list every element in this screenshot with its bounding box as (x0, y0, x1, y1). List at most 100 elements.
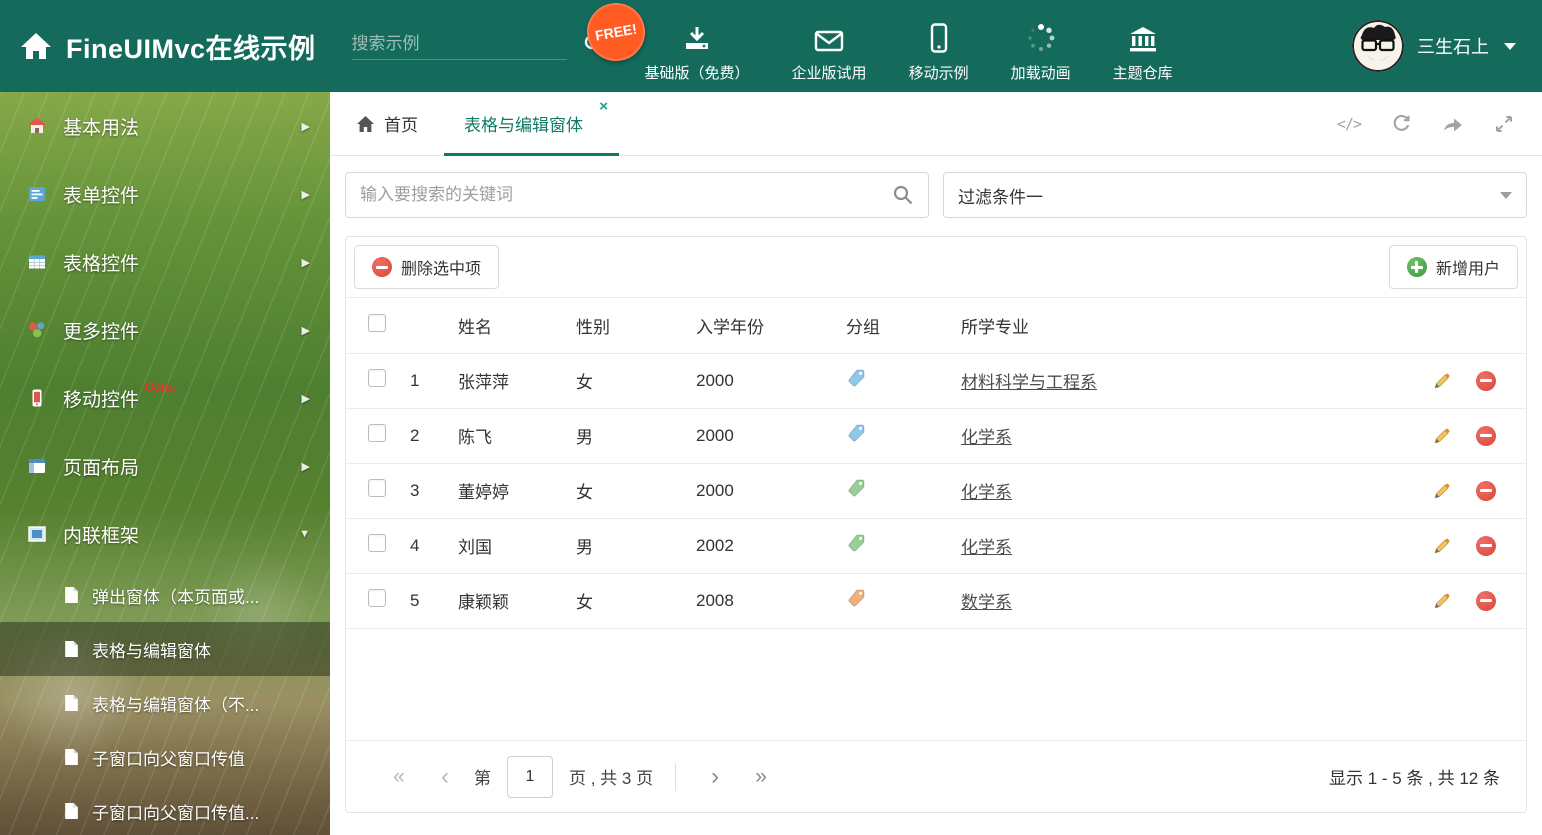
chevron-down-icon (1500, 191, 1512, 199)
edit-icon[interactable] (1432, 481, 1452, 501)
page-suffix-label: 页 , 共 3 页 (569, 769, 654, 788)
chevron-right-icon (302, 392, 310, 405)
major-link[interactable]: 化学系 (961, 428, 1012, 447)
sidebar-item-form-controls[interactable]: 表单控件 (0, 160, 330, 228)
file-icon (64, 694, 79, 712)
mail-icon (814, 23, 844, 53)
cell-year: 2000 (688, 353, 838, 409)
tag-icon (846, 423, 866, 443)
add-user-button[interactable]: 新增用户 (1388, 245, 1518, 289)
row-checkbox[interactable] (368, 424, 386, 442)
first-page-button[interactable] (376, 765, 422, 789)
sidebar-item-label: 页面布局 (63, 457, 140, 479)
refresh-icon[interactable] (1391, 113, 1412, 134)
sidebar-item-page-layout[interactable]: 页面布局 (0, 432, 330, 500)
page-number-input[interactable] (507, 755, 553, 798)
nav-item-loading-animation[interactable]: 加载动画 (1011, 9, 1071, 83)
chevron-right-icon (302, 256, 310, 269)
tab-home[interactable]: 首页 (330, 92, 444, 155)
nav-item-theme-repo[interactable]: 主题仓库 (1113, 9, 1173, 83)
cell-name: 康颖颖 (450, 573, 568, 629)
prev-page-button[interactable] (422, 763, 468, 791)
top-header: FineUIMvc在线示例 FREE! 基础版（免费） 企业版试用 移动示例 (0, 0, 1542, 92)
source-code-icon[interactable] (1337, 115, 1361, 133)
edit-icon[interactable] (1432, 371, 1452, 391)
sidebar-subitem-child-to-parent[interactable]: 子窗口向父窗口传值 (0, 730, 330, 784)
cell-gender: 女 (568, 573, 688, 629)
page-prefix-label: 第 (474, 769, 491, 788)
major-link[interactable]: 化学系 (961, 538, 1012, 557)
home-tab-icon (356, 115, 375, 133)
fullscreen-icon[interactable] (1494, 114, 1514, 134)
home-icon[interactable] (20, 31, 52, 61)
column-header-actions (1396, 298, 1526, 354)
row-checkbox[interactable] (368, 479, 386, 497)
header-nav: FREE! 基础版（免费） 企业版试用 移动示例 加载动画 主题仓库 (581, 0, 1173, 83)
sidebar-subitem-grid-edit-window[interactable]: 表格与编辑窗体 (0, 622, 330, 676)
user-menu[interactable]: 三生石上 (1352, 20, 1516, 72)
sidebar-item-grid-controls[interactable]: 表格控件 (0, 228, 330, 296)
nav-item-enterprise-trial[interactable]: 企业版试用 (792, 9, 867, 83)
next-page-button[interactable] (692, 763, 738, 791)
column-header-major: 所学专业 (953, 298, 1396, 354)
nav-item-basic-edition[interactable]: FREE! 基础版（免费） (581, 0, 750, 83)
row-checkbox[interactable] (368, 534, 386, 552)
file-icon (64, 802, 79, 820)
delete-icon[interactable] (1476, 535, 1496, 556)
sidebar-subitem-child-to-parent-2[interactable]: 子窗口向父窗口传值... (0, 784, 330, 835)
tag-icon (846, 478, 866, 498)
nav-label: 加载动画 (1010, 65, 1071, 82)
grid-icon (26, 251, 48, 273)
major-link[interactable]: 材料科学与工程系 (961, 373, 1097, 392)
grid-toolbar: 删除选中项 新增用户 (346, 237, 1526, 298)
app-title: FineUIMvc在线示例 (66, 33, 316, 64)
search-icon[interactable] (892, 184, 914, 206)
tab-grid-edit-window[interactable]: 表格与编辑窗体 × (444, 92, 619, 156)
shapes-icon (26, 319, 48, 341)
filter-dropdown[interactable]: 过滤条件一 (943, 172, 1527, 218)
major-link[interactable]: 化学系 (961, 483, 1012, 502)
edit-icon[interactable] (1432, 426, 1452, 446)
cell-gender: 女 (568, 463, 688, 519)
sidebar-subitem-label: 表格与编辑窗体 (92, 641, 211, 661)
sidebar-item-iframe[interactable]: 内联框架 (0, 500, 330, 568)
nav-item-mobile-demo[interactable]: 移动示例 (909, 9, 969, 83)
chevron-down-icon (1504, 42, 1516, 50)
table-row: 5 康颖颖女 2008 数学系 (346, 573, 1526, 629)
chevron-right-icon (302, 188, 310, 201)
keyword-search-input[interactable] (360, 185, 892, 205)
chevron-right-icon (302, 120, 310, 133)
delete-icon[interactable] (1476, 590, 1496, 611)
cell-name: 董婷婷 (450, 463, 568, 519)
sidebar-item-basic-usage[interactable]: 基本用法 (0, 92, 330, 160)
row-checkbox[interactable] (368, 589, 386, 607)
grid-panel: 删除选中项 新增用户 姓名 性别 入学年份 分组 所学专业 1 张萍萍 女 20… (345, 236, 1527, 813)
sidebar-subitem-grid-edit-window-2[interactable]: 表格与编辑窗体（不... (0, 676, 330, 730)
nav-label: 主题仓库 (1112, 65, 1173, 82)
delete-icon[interactable] (1476, 480, 1496, 501)
delete-icon[interactable] (1476, 370, 1496, 391)
edit-icon[interactable] (1432, 536, 1452, 556)
close-icon[interactable]: × (599, 99, 608, 114)
sidebar-subitem-popup-window[interactable]: 弹出窗体（本页面或... (0, 568, 330, 622)
last-page-button[interactable] (738, 765, 784, 789)
edit-icon[interactable] (1432, 591, 1452, 611)
cell-name: 张萍萍 (450, 353, 568, 409)
divider (675, 762, 677, 791)
sidebar-item-more-controls[interactable]: 更多控件 (0, 296, 330, 364)
frame-icon (26, 523, 48, 545)
major-link[interactable]: 数学系 (961, 593, 1012, 612)
delete-selected-button[interactable]: 删除选中项 (354, 245, 500, 289)
sidebar-item-mobile-controls[interactable]: 移动控件 Corp. (0, 364, 330, 432)
corp-badge: Corp. (145, 380, 177, 394)
open-in-new-icon[interactable] (1442, 114, 1464, 134)
content-area: 过滤条件一 删除选中项 新增用户 (330, 156, 1542, 813)
form-icon (26, 183, 48, 205)
users-table: 姓名 性别 入学年份 分组 所学专业 1 张萍萍女 2000 材料科学与工程系 2 陈飞男… (346, 298, 1526, 629)
select-all-checkbox[interactable] (368, 313, 386, 332)
header-search-input[interactable] (351, 33, 573, 54)
row-checkbox[interactable] (368, 369, 386, 387)
mobile-icon (930, 23, 948, 53)
chevron-right-icon (302, 460, 310, 473)
delete-icon[interactable] (1476, 425, 1496, 446)
